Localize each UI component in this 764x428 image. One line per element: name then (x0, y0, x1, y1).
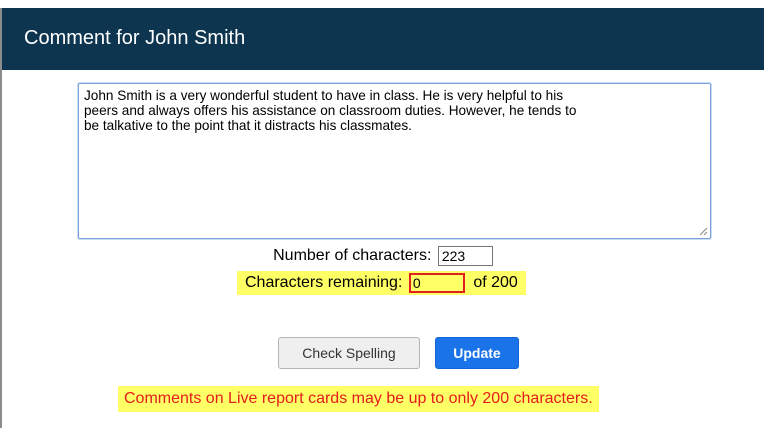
characters-remaining-row: Characters remaining: 0 of 200 (237, 271, 526, 295)
dialog-title: Comment for John Smith (24, 27, 246, 49)
dialog-titlebar: Comment for John Smith (2, 8, 764, 70)
character-count-field: 223 (437, 246, 493, 266)
characters-remaining-label: Characters remaining: (245, 274, 403, 291)
comment-dialog: Comment for John Smith John Smith is a v… (0, 8, 764, 428)
comment-text[interactable]: John Smith is a very wonderful student t… (84, 88, 704, 133)
update-button[interactable]: Update (435, 337, 519, 369)
character-count-label: Number of characters: (273, 247, 432, 264)
top-edge (0, 0, 764, 8)
character-limit-warning: Comments on Live report cards may be up … (118, 386, 599, 412)
comment-textarea[interactable]: John Smith is a very wonderful student t… (78, 83, 711, 239)
characters-remaining-field: 0 (408, 273, 465, 293)
character-limit-text: of 200 (473, 274, 518, 291)
check-spelling-button[interactable]: Check Spelling (278, 337, 420, 369)
character-count-row: Number of characters: 223 (2, 246, 764, 270)
resize-grip-icon[interactable] (699, 227, 708, 236)
